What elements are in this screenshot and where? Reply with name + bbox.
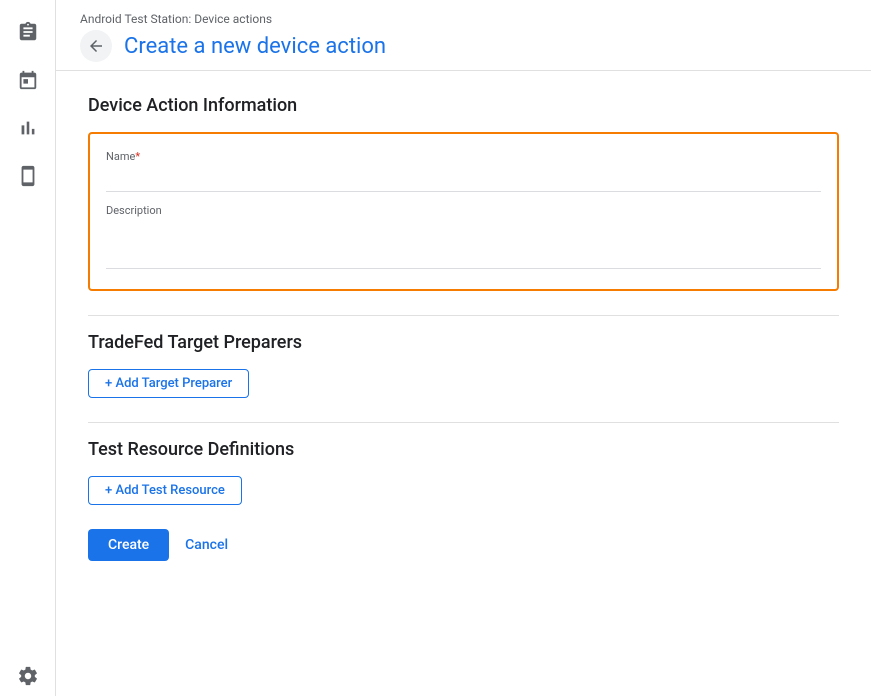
sidebar-item-calendar[interactable] bbox=[8, 60, 48, 100]
content-area: Device Action Information Name* Descript… bbox=[56, 71, 871, 696]
page-header: Android Test Station: Device actions Cre… bbox=[56, 0, 871, 71]
add-target-preparer-button[interactable]: + Add Target Preparer bbox=[88, 369, 249, 398]
test-resource-section: Test Resource Definitions + Add Test Res… bbox=[88, 439, 839, 505]
page-title: Create a new device action bbox=[124, 34, 386, 59]
sidebar-item-device[interactable] bbox=[8, 156, 48, 196]
name-input[interactable] bbox=[106, 167, 821, 192]
device-action-section: Device Action Information Name* Descript… bbox=[88, 95, 839, 291]
form-fields-box: Name* Description bbox=[88, 132, 839, 291]
sidebar-item-clipboard[interactable] bbox=[8, 12, 48, 52]
sidebar-item-settings[interactable] bbox=[8, 656, 48, 696]
device-action-section-title: Device Action Information bbox=[88, 95, 839, 116]
name-label: Name* bbox=[106, 150, 821, 163]
divider-2 bbox=[88, 422, 839, 423]
breadcrumb: Android Test Station: Device actions bbox=[80, 12, 847, 26]
cancel-button[interactable]: Cancel bbox=[173, 529, 240, 561]
name-field: Name* bbox=[106, 150, 821, 192]
test-resource-section-title: Test Resource Definitions bbox=[88, 439, 839, 460]
add-test-resource-button[interactable]: + Add Test Resource bbox=[88, 476, 242, 505]
tradefed-section-title: TradeFed Target Preparers bbox=[88, 332, 839, 353]
description-field: Description bbox=[106, 204, 821, 273]
form-actions: Create Cancel bbox=[88, 529, 839, 561]
sidebar bbox=[0, 0, 56, 696]
description-input[interactable] bbox=[106, 221, 821, 269]
main-content: Android Test Station: Device actions Cre… bbox=[56, 0, 871, 696]
description-label: Description bbox=[106, 204, 821, 217]
create-button[interactable]: Create bbox=[88, 529, 169, 561]
divider-1 bbox=[88, 315, 839, 316]
back-button[interactable] bbox=[80, 30, 112, 62]
tradefed-section: TradeFed Target Preparers + Add Target P… bbox=[88, 332, 839, 398]
sidebar-item-analytics[interactable] bbox=[8, 108, 48, 148]
